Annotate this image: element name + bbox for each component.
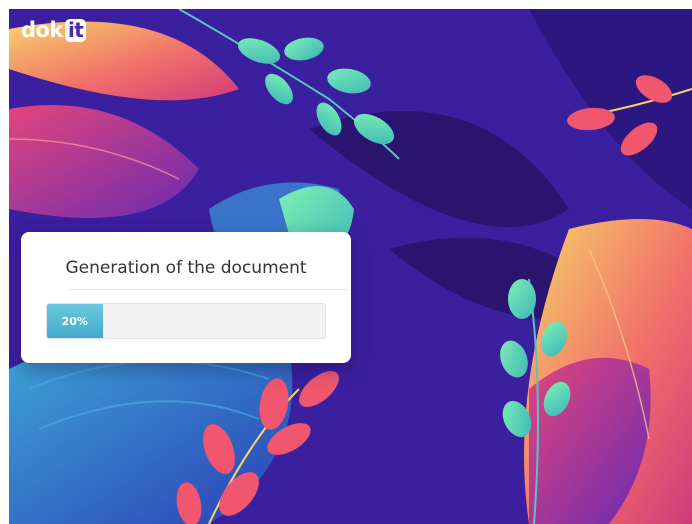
logo-badge: it	[64, 18, 87, 42]
dialog-title: Generation of the document	[65, 258, 307, 278]
app-screen: dok it Generation of the document 20%	[0, 0, 692, 524]
generation-dialog: Generation of the document	[21, 232, 351, 363]
progress-label: 20%	[61, 314, 88, 328]
logo-prefix: dok	[21, 18, 63, 42]
progress-fill: 20%	[47, 304, 103, 338]
progress-bar: 20%	[46, 303, 326, 339]
logo-badge-text: it	[67, 18, 84, 42]
dokit-logo: dok it	[21, 18, 87, 42]
dialog-divider	[68, 289, 348, 290]
